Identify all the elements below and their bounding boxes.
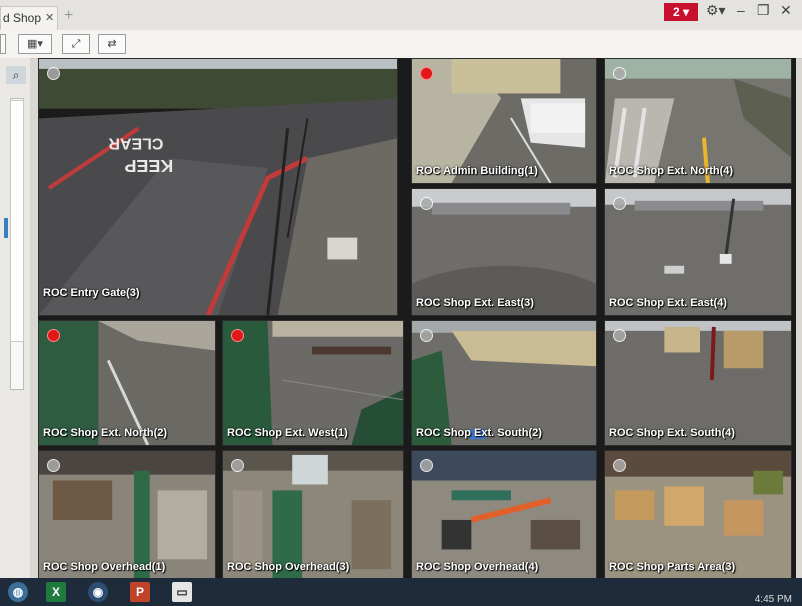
camera-label: ROC Admin Building(1) bbox=[416, 165, 538, 177]
recording-indicator bbox=[613, 329, 626, 342]
selection-marker bbox=[4, 218, 8, 238]
minimize-icon[interactable]: – bbox=[737, 2, 745, 18]
app-launcher-icon[interactable]: ◍ bbox=[8, 582, 28, 602]
recording-indicator bbox=[231, 329, 244, 342]
grid-layout-button[interactable]: ▦▾ bbox=[18, 34, 52, 54]
camera-label: ROC Shop Ext. North(4) bbox=[609, 165, 734, 177]
camera-feed bbox=[223, 451, 403, 579]
camera-label: ROC Shop Ext. West(1) bbox=[227, 427, 348, 439]
camera-tile-shop-overhead-1[interactable]: ROC Shop Overhead(1) bbox=[38, 450, 216, 580]
camera-feed bbox=[39, 451, 215, 579]
camera-tile-shop-ext-east-4[interactable]: ROC Shop Ext. East(4) bbox=[604, 188, 792, 316]
camera-tile-shop-ext-south-4[interactable]: ROC Shop Ext. South(4) bbox=[604, 320, 792, 446]
tab-shop[interactable]: d Shop ✕ bbox=[0, 6, 58, 30]
camera-tile-shop-ext-north-2[interactable]: ROC Shop Ext. North(2) bbox=[38, 320, 216, 446]
recording-indicator bbox=[613, 197, 626, 210]
recording-indicator bbox=[420, 67, 433, 80]
camera-label: ROC Shop Overhead(3) bbox=[227, 561, 350, 573]
camera-tile-shop-overhead-4[interactable]: ROC Shop Overhead(4) bbox=[411, 450, 597, 580]
camera-feed: CLEAR KEEP bbox=[39, 59, 397, 315]
alert-count: 2 bbox=[672, 5, 680, 19]
recording-indicator bbox=[47, 67, 60, 80]
camera-tile-shop-parts-area-3[interactable]: ROC Shop Parts Area(3) bbox=[604, 450, 792, 580]
svg-text:CLEAR: CLEAR bbox=[108, 134, 163, 151]
camera-grid: CLEAR KEEP ROC Entry Gate(3) ROC Admin B… bbox=[38, 58, 796, 580]
recording-indicator bbox=[420, 459, 433, 472]
camera-label: ROC Shop Ext. North(2) bbox=[43, 427, 168, 439]
camera-label: ROC Shop Ext. South(4) bbox=[609, 427, 735, 439]
swap-icon: ⇄ bbox=[107, 38, 117, 50]
security-eye-icon[interactable]: ◉ bbox=[88, 582, 108, 602]
toolbar-edge bbox=[0, 34, 6, 54]
toolbar: ▦▾ ⤢ ⇄ bbox=[0, 30, 802, 59]
recording-indicator bbox=[231, 459, 244, 472]
camera-label: ROC Entry Gate(3) bbox=[43, 287, 140, 299]
new-tab-icon[interactable]: + bbox=[64, 7, 73, 25]
camera-tile-shop-overhead-3[interactable]: ROC Shop Overhead(3) bbox=[222, 450, 404, 580]
camera-label: ROC Shop Overhead(1) bbox=[43, 561, 166, 573]
camera-label: ROC Shop Ext. East(4) bbox=[609, 297, 727, 309]
recording-indicator bbox=[613, 459, 626, 472]
tab-title: d Shop bbox=[3, 11, 42, 25]
powerpoint-icon[interactable]: P bbox=[130, 582, 150, 602]
photos-icon[interactable]: ▭ bbox=[172, 582, 192, 602]
camera-tile-entry-gate[interactable]: CLEAR KEEP ROC Entry Gate(3) bbox=[38, 58, 398, 316]
camera-label: ROC Shop Ext. South(2) bbox=[416, 427, 542, 439]
recording-indicator bbox=[420, 329, 433, 342]
tab-bar: d Shop ✕ + 2 ▾ ⚙▾ – ❐ ✕ bbox=[0, 0, 802, 30]
expand-icon: ⤢ bbox=[71, 38, 81, 50]
camera-tile-admin-building[interactable]: ROC Admin Building(1) bbox=[411, 58, 597, 184]
grid-layout-icon: ▦▾ bbox=[27, 38, 43, 50]
close-window-icon[interactable]: ✕ bbox=[780, 2, 792, 19]
camera-tile-shop-ext-west-1[interactable]: ROC Shop Ext. West(1) bbox=[222, 320, 404, 446]
recording-indicator bbox=[47, 459, 60, 472]
fullscreen-button[interactable]: ⤢ bbox=[62, 34, 90, 54]
gear-icon[interactable]: ⚙▾ bbox=[706, 2, 726, 19]
scrollbar-thumb[interactable] bbox=[10, 100, 24, 342]
swap-button[interactable]: ⇄ bbox=[98, 34, 126, 54]
recording-indicator bbox=[613, 67, 626, 80]
left-panel: ⌕ bbox=[0, 58, 30, 578]
close-icon[interactable]: ✕ bbox=[45, 11, 54, 24]
taskbar-clock[interactable]: 4:45 PM bbox=[755, 594, 792, 605]
recording-indicator bbox=[47, 329, 60, 342]
taskbar: ◍ X ◉ P ▭ 4:45 PM bbox=[0, 578, 802, 606]
camera-feed bbox=[412, 451, 596, 579]
svg-text:KEEP: KEEP bbox=[124, 156, 173, 176]
recording-indicator bbox=[420, 197, 433, 210]
camera-label: ROC Shop Parts Area(3) bbox=[609, 561, 736, 573]
camera-tile-shop-ext-north-4[interactable]: ROC Shop Ext. North(4) bbox=[604, 58, 792, 184]
camera-tile-shop-ext-south-2[interactable]: ROC Shop Ext. South(2) bbox=[411, 320, 597, 446]
search-icon[interactable]: ⌕ bbox=[6, 66, 26, 84]
camera-feed bbox=[605, 451, 791, 579]
alert-badge[interactable]: 2 ▾ bbox=[664, 3, 698, 21]
camera-tile-shop-ext-east-3[interactable]: ROC Shop Ext. East(3) bbox=[411, 188, 597, 316]
camera-label: ROC Shop Ext. East(3) bbox=[416, 297, 534, 309]
camera-label: ROC Shop Overhead(4) bbox=[416, 561, 539, 573]
excel-icon[interactable]: X bbox=[46, 582, 66, 602]
restore-icon[interactable]: ❐ bbox=[757, 2, 770, 19]
